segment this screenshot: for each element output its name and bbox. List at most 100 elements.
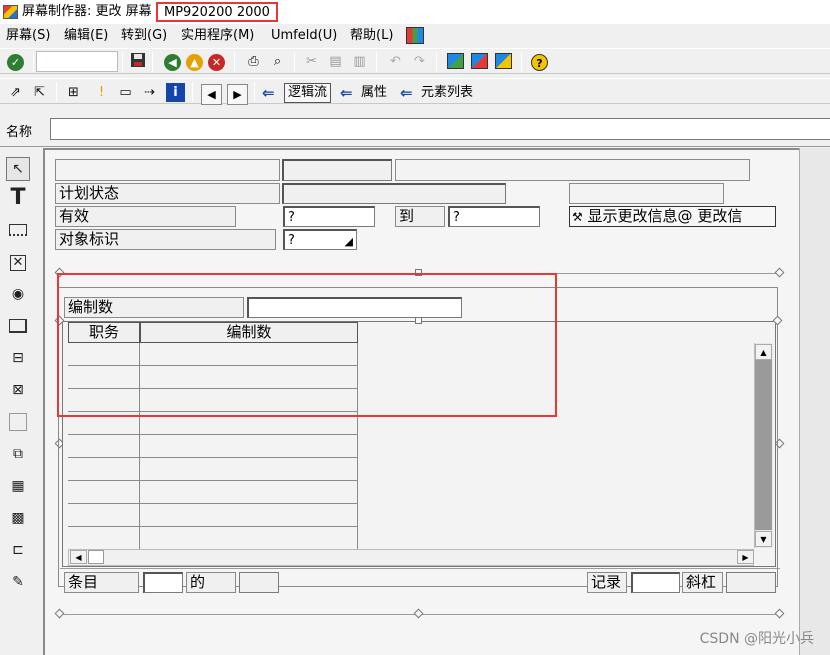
scroll-up-icon[interactable]: ▲ [755, 344, 772, 360]
horizontal-scroll-thumb[interactable] [88, 550, 104, 564]
program-icon[interactable]: ⇢ [140, 83, 159, 102]
subscreen-tool-icon[interactable]: ⧉ [6, 443, 30, 467]
table-cell-job[interactable] [68, 458, 140, 481]
menu-goto[interactable]: 转到(G) [121, 28, 167, 44]
table-control-tool-icon[interactable]: ▦ [6, 475, 30, 499]
slash-field[interactable] [726, 572, 776, 593]
status-icon-tool-icon[interactable]: ✎ [6, 571, 30, 595]
of-label[interactable]: 的 [186, 572, 236, 593]
checkbox-tool-icon[interactable]: ✕ [6, 251, 30, 275]
pushbutton-tool-icon[interactable] [6, 315, 30, 339]
table-wizard-icon[interactable]: ▩ [6, 507, 30, 531]
tabstrip-tool-icon[interactable]: ⊟ [6, 347, 30, 371]
tabstrip-wizard-icon[interactable]: ⊠ [6, 379, 30, 403]
toggle-icon[interactable]: ⇗ [6, 83, 25, 102]
radio-button-tool-icon[interactable]: ◉ [6, 283, 30, 307]
total-entries-field[interactable] [239, 572, 279, 593]
cancel-icon[interactable]: ✕ [208, 54, 225, 71]
command-field[interactable] [36, 51, 118, 72]
table-cell-headcount[interactable] [140, 527, 358, 550]
header-label-box[interactable] [55, 159, 280, 181]
redo-icon[interactable]: ↷ [410, 52, 429, 71]
exit-icon[interactable]: ▲ [186, 54, 203, 71]
slash-label[interactable]: 斜杠 [682, 572, 723, 593]
toolbar-separator [122, 52, 123, 72]
paste-icon[interactable]: ▥ [350, 52, 369, 71]
plan-status-label[interactable]: 计划状态 [55, 183, 280, 204]
copy-icon[interactable]: ▤ [326, 52, 345, 71]
valid-to-field[interactable]: ? [448, 206, 540, 227]
activate-icon[interactable]: ⇱ [30, 83, 49, 102]
info-icon[interactable]: i [166, 83, 185, 102]
name-label: 名称 [6, 125, 33, 140]
element-list-button[interactable]: 元素列表 [421, 84, 473, 102]
flow-logic-button[interactable]: 逻辑流 [284, 83, 332, 103]
object-id-field[interactable]: ? ◢ [283, 229, 357, 250]
layout-icon-3[interactable] [495, 53, 512, 69]
enter-check-icon[interactable]: ✓ [7, 54, 24, 71]
scroll-down-icon[interactable]: ▼ [755, 531, 772, 547]
cut-icon[interactable]: ✂ [302, 52, 321, 71]
undo-icon[interactable]: ↶ [386, 52, 405, 71]
entries-label[interactable]: 条目 [64, 572, 139, 593]
layout-menu-icon[interactable] [406, 27, 424, 44]
table-cell-headcount[interactable] [140, 435, 358, 458]
previous-icon[interactable]: ◀ [201, 84, 222, 105]
header-field-1[interactable] [282, 159, 392, 181]
menu-help[interactable]: 帮助(L) [350, 28, 393, 44]
find-icon[interactable]: ⌕ [268, 52, 287, 71]
plan-status-text[interactable] [569, 183, 724, 204]
valid-from-field[interactable]: ? [283, 206, 375, 227]
element-list-arrow-icon: ⇐ [400, 84, 413, 102]
object-id-label[interactable]: 对象标识 [55, 229, 276, 250]
input-field-tool-icon[interactable] [6, 219, 30, 243]
table-cell-headcount[interactable] [140, 458, 358, 481]
scroll-left-icon[interactable]: ◀ [70, 550, 87, 564]
record-label[interactable]: 记录 [587, 572, 627, 593]
attributes-button[interactable]: 属性 [361, 84, 387, 102]
header-field-2[interactable] [395, 159, 750, 181]
menu-utilities[interactable]: 实用程序(M) [181, 28, 254, 44]
next-icon[interactable]: ▶ [227, 84, 248, 105]
table-cell-job[interactable] [68, 481, 140, 504]
scroll-right-icon[interactable]: ▶ [737, 550, 754, 564]
vertical-scroll-thumb[interactable] [755, 360, 772, 530]
dictionary-icon[interactable]: ▭ [116, 83, 135, 102]
table-cell-job[interactable] [68, 527, 140, 550]
help-icon[interactable]: ? [531, 54, 548, 71]
name-field[interactable] [50, 118, 830, 140]
layout-icon-2[interactable] [471, 53, 488, 69]
table-cell-headcount[interactable] [140, 481, 358, 504]
layout-icon-1[interactable] [447, 53, 464, 69]
table-cell-headcount[interactable] [140, 504, 358, 527]
toolbar-separator [192, 82, 193, 102]
table-cell-job[interactable] [68, 435, 140, 458]
horizontal-scrollbar[interactable] [68, 549, 754, 566]
show-change-info-button[interactable]: ⚒ 显示更改信息@ 更改信 [569, 206, 776, 227]
valid-label[interactable]: 有效 [55, 206, 236, 227]
entries-field[interactable] [143, 572, 183, 593]
menu-edit[interactable]: 编辑(E) [64, 28, 108, 44]
plan-status-field[interactable] [282, 183, 506, 204]
hierarchy-icon[interactable]: ⊞ [64, 83, 83, 102]
to-label[interactable]: 到 [395, 206, 445, 227]
toolbar-separator [521, 52, 522, 72]
back-icon[interactable]: ◀ [164, 54, 181, 71]
menu-environment[interactable]: Umfeld(U) [271, 28, 337, 44]
toolbar-separator [294, 52, 295, 72]
custom-control-tool-icon[interactable]: ⊏ [6, 539, 30, 563]
where-used-icon[interactable]: ! [92, 83, 111, 102]
screen-id: MP920200 2000 [156, 2, 278, 22]
canvas-margin [799, 148, 830, 655]
record-field[interactable] [631, 572, 680, 593]
window-title: 屏幕制作器: 更改 屏幕 [22, 4, 152, 19]
table-cell-job[interactable] [68, 504, 140, 527]
attributes-arrow-icon: ⇐ [340, 84, 353, 102]
text-field-tool-icon[interactable]: T [6, 187, 30, 211]
box-tool-icon[interactable] [6, 411, 30, 435]
toolbar-separator [376, 52, 377, 72]
print-icon[interactable]: ⎙ [244, 52, 263, 71]
save-icon[interactable] [128, 52, 147, 71]
pointer-tool-icon[interactable]: ↖ [6, 157, 30, 181]
menu-screen[interactable]: 屏幕(S) [6, 28, 50, 44]
